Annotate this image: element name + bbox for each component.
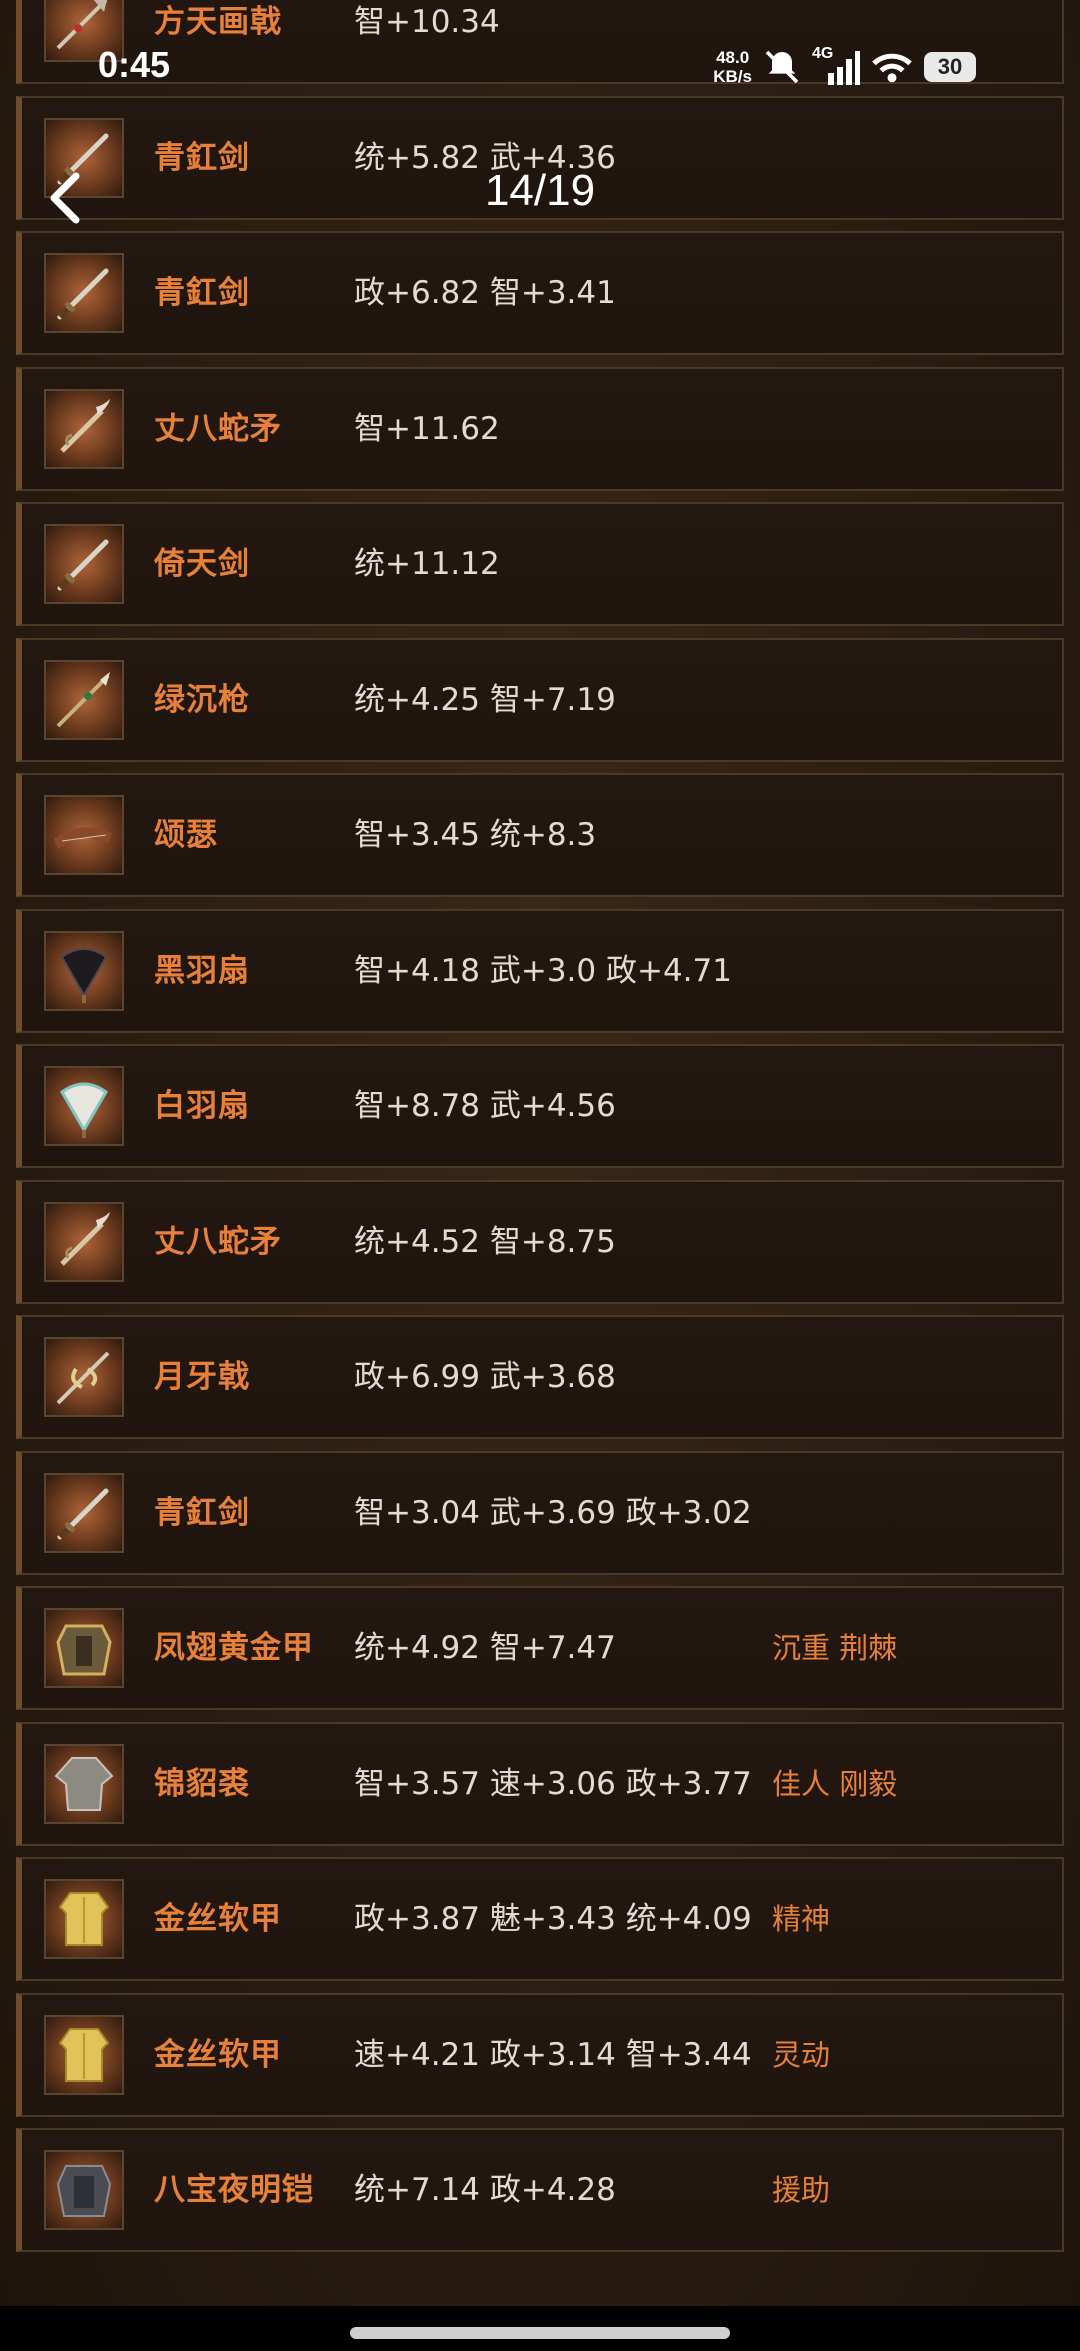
item-icon-frame <box>44 795 124 875</box>
item-name: 颂瑟 <box>154 817 218 853</box>
net-speed-value: 48.0 <box>716 48 750 67</box>
equipment-row[interactable]: 锦貂裘 智+3.57 速+3.06 政+3.77 佳人 刚毅 <box>16 1721 1064 1846</box>
item-stats: 速+4.21 政+3.14 智+3.44 <box>354 2036 752 2073</box>
item-name: 白羽扇 <box>154 1088 250 1124</box>
item-icon-frame <box>44 659 124 740</box>
equipment-row[interactable]: 金丝软甲 政+3.87 魅+3.43 统+4.09 精神 <box>16 1857 1064 1981</box>
equipment-row[interactable]: 青釭剑 智+3.04 武+3.69 政+3.02 <box>16 1450 1064 1575</box>
item-stats: 智+3.04 武+3.69 政+3.02 <box>354 1494 752 1531</box>
item-stats: 统+4.92 智+7.47 <box>354 1630 616 1666</box>
item-stats: 智+11.62 <box>354 410 500 447</box>
item-name: 月牙戟 <box>154 1359 250 1395</box>
net-speed-unit: KB/s <box>713 67 752 86</box>
black-fan-icon <box>60 947 108 1003</box>
spear-icon <box>56 671 110 727</box>
equipment-row[interactable]: 丈八蛇矛 智+11.62 <box>16 366 1064 491</box>
item-icon-frame <box>44 1066 124 1146</box>
item-icon-frame <box>44 1743 124 1824</box>
item-stats: 统+11.12 <box>354 546 500 582</box>
item-name: 黑羽扇 <box>154 952 250 989</box>
sword-icon <box>57 268 109 320</box>
battery-indicator: 30 <box>924 52 976 82</box>
item-traits: 佳人 刚毅 <box>772 1766 898 1801</box>
item-stats: 统+4.52 智+8.75 <box>354 1223 616 1260</box>
bell-muted-icon <box>765 50 799 84</box>
zither-icon <box>54 827 112 849</box>
white-fan-icon <box>60 1082 108 1138</box>
item-icon-frame <box>44 388 124 469</box>
system-nav-bar <box>0 2306 1080 2351</box>
armor-icon <box>56 1624 112 1676</box>
item-icon-frame <box>44 524 124 604</box>
equipment-row[interactable]: 黑羽扇 智+4.18 武+3.0 政+4.71 <box>16 908 1064 1033</box>
item-traits: 援助 <box>772 2173 831 2207</box>
equipment-row[interactable]: 凤翅黄金甲 统+4.92 智+7.47 沉重 荆棘 <box>16 1586 1064 1710</box>
item-icon-frame <box>44 1201 124 1282</box>
item-stats: 智+4.18 武+3.0 政+4.71 <box>354 952 732 989</box>
equipment-row[interactable]: 绿沉枪 统+4.25 智+7.19 <box>16 637 1064 762</box>
sword-icon <box>57 539 109 591</box>
item-stats: 智+3.57 速+3.06 政+3.77 <box>354 1765 752 1802</box>
net-speed: 48.0 KB/s <box>713 48 752 86</box>
item-name: 青釭剑 <box>154 275 250 311</box>
equipment-row[interactable]: 倚天剑 统+11.12 <box>16 502 1064 626</box>
dark-armor-icon <box>56 2165 112 2217</box>
item-icon-frame <box>44 930 124 1011</box>
snake-spear-icon <box>60 398 110 453</box>
item-traits: 沉重 荆棘 <box>772 1631 898 1665</box>
item-icon-frame <box>44 2014 124 2095</box>
item-icon-frame <box>44 1337 124 1417</box>
home-indicator[interactable] <box>350 2327 730 2339</box>
item-name: 丈八蛇矛 <box>154 1223 282 1260</box>
wifi-icon <box>872 53 912 83</box>
equipment-row[interactable]: 八宝夜明铠 统+7.14 政+4.28 援助 <box>16 2128 1064 2252</box>
item-name: 凤翅黄金甲 <box>154 1630 314 1666</box>
equipment-row[interactable]: 青釭剑 政+6.82 智+3.41 <box>16 231 1064 355</box>
item-stats: 智+3.45 统+8.3 <box>354 817 597 853</box>
gold-vest-icon <box>58 1892 110 1946</box>
item-name: 金丝软甲 <box>154 1901 282 1937</box>
item-name: 青釭剑 <box>154 1494 250 1531</box>
status-icons: 48.0 KB/s 4G 30 <box>713 42 976 92</box>
item-name: 锦貂裘 <box>154 1765 250 1802</box>
item-icon-frame <box>44 1608 124 1688</box>
equipment-row[interactable]: 月牙戟 政+6.99 武+3.68 <box>16 1315 1064 1439</box>
item-stats: 政+3.87 魅+3.43 统+4.09 <box>354 1901 752 1937</box>
page-counter: 14/19 <box>484 166 596 215</box>
robe-icon <box>54 1756 114 1811</box>
item-traits: 灵动 <box>772 2037 831 2072</box>
item-stats: 智+8.78 武+4.56 <box>354 1088 616 1124</box>
signal-icon: 4G <box>812 45 860 87</box>
item-stats: 政+6.82 智+3.41 <box>354 275 616 311</box>
item-stats: 统+7.14 政+4.28 <box>354 2172 616 2208</box>
item-stats: 统+4.25 智+7.19 <box>354 681 616 718</box>
item-icon-frame <box>44 253 124 333</box>
gold-vest-icon <box>58 2027 110 2082</box>
equipment-row[interactable]: 丈八蛇矛 统+4.52 智+8.75 <box>16 1179 1064 1304</box>
sword-icon <box>57 1488 109 1539</box>
item-icon-frame <box>44 2150 124 2230</box>
equipment-row[interactable]: 白羽扇 智+8.78 武+4.56 <box>16 1044 1064 1168</box>
item-stats: 政+6.99 武+3.68 <box>354 1359 616 1395</box>
item-name: 倚天剑 <box>154 546 250 582</box>
item-name: 金丝软甲 <box>154 2036 282 2073</box>
item-icon-frame <box>44 1879 124 1959</box>
item-name: 八宝夜明铠 <box>154 2172 314 2208</box>
snake-spear-icon <box>60 1211 110 1266</box>
item-name: 方天画戟 <box>154 4 282 40</box>
item-stats: 智+10.34 <box>354 4 500 40</box>
item-name: 丈八蛇矛 <box>154 410 282 447</box>
item-icon-frame <box>44 1472 124 1553</box>
item-traits: 精神 <box>772 1902 831 1936</box>
item-name: 绿沉枪 <box>154 681 250 718</box>
equipment-row[interactable]: 颂瑟 智+3.45 统+8.3 <box>16 773 1064 897</box>
crescent-halberd-icon <box>56 1351 110 1405</box>
status-time: 0:45 <box>98 44 171 85</box>
equipment-row[interactable]: 金丝软甲 速+4.21 政+3.14 智+3.44 灵动 <box>16 1992 1064 2117</box>
